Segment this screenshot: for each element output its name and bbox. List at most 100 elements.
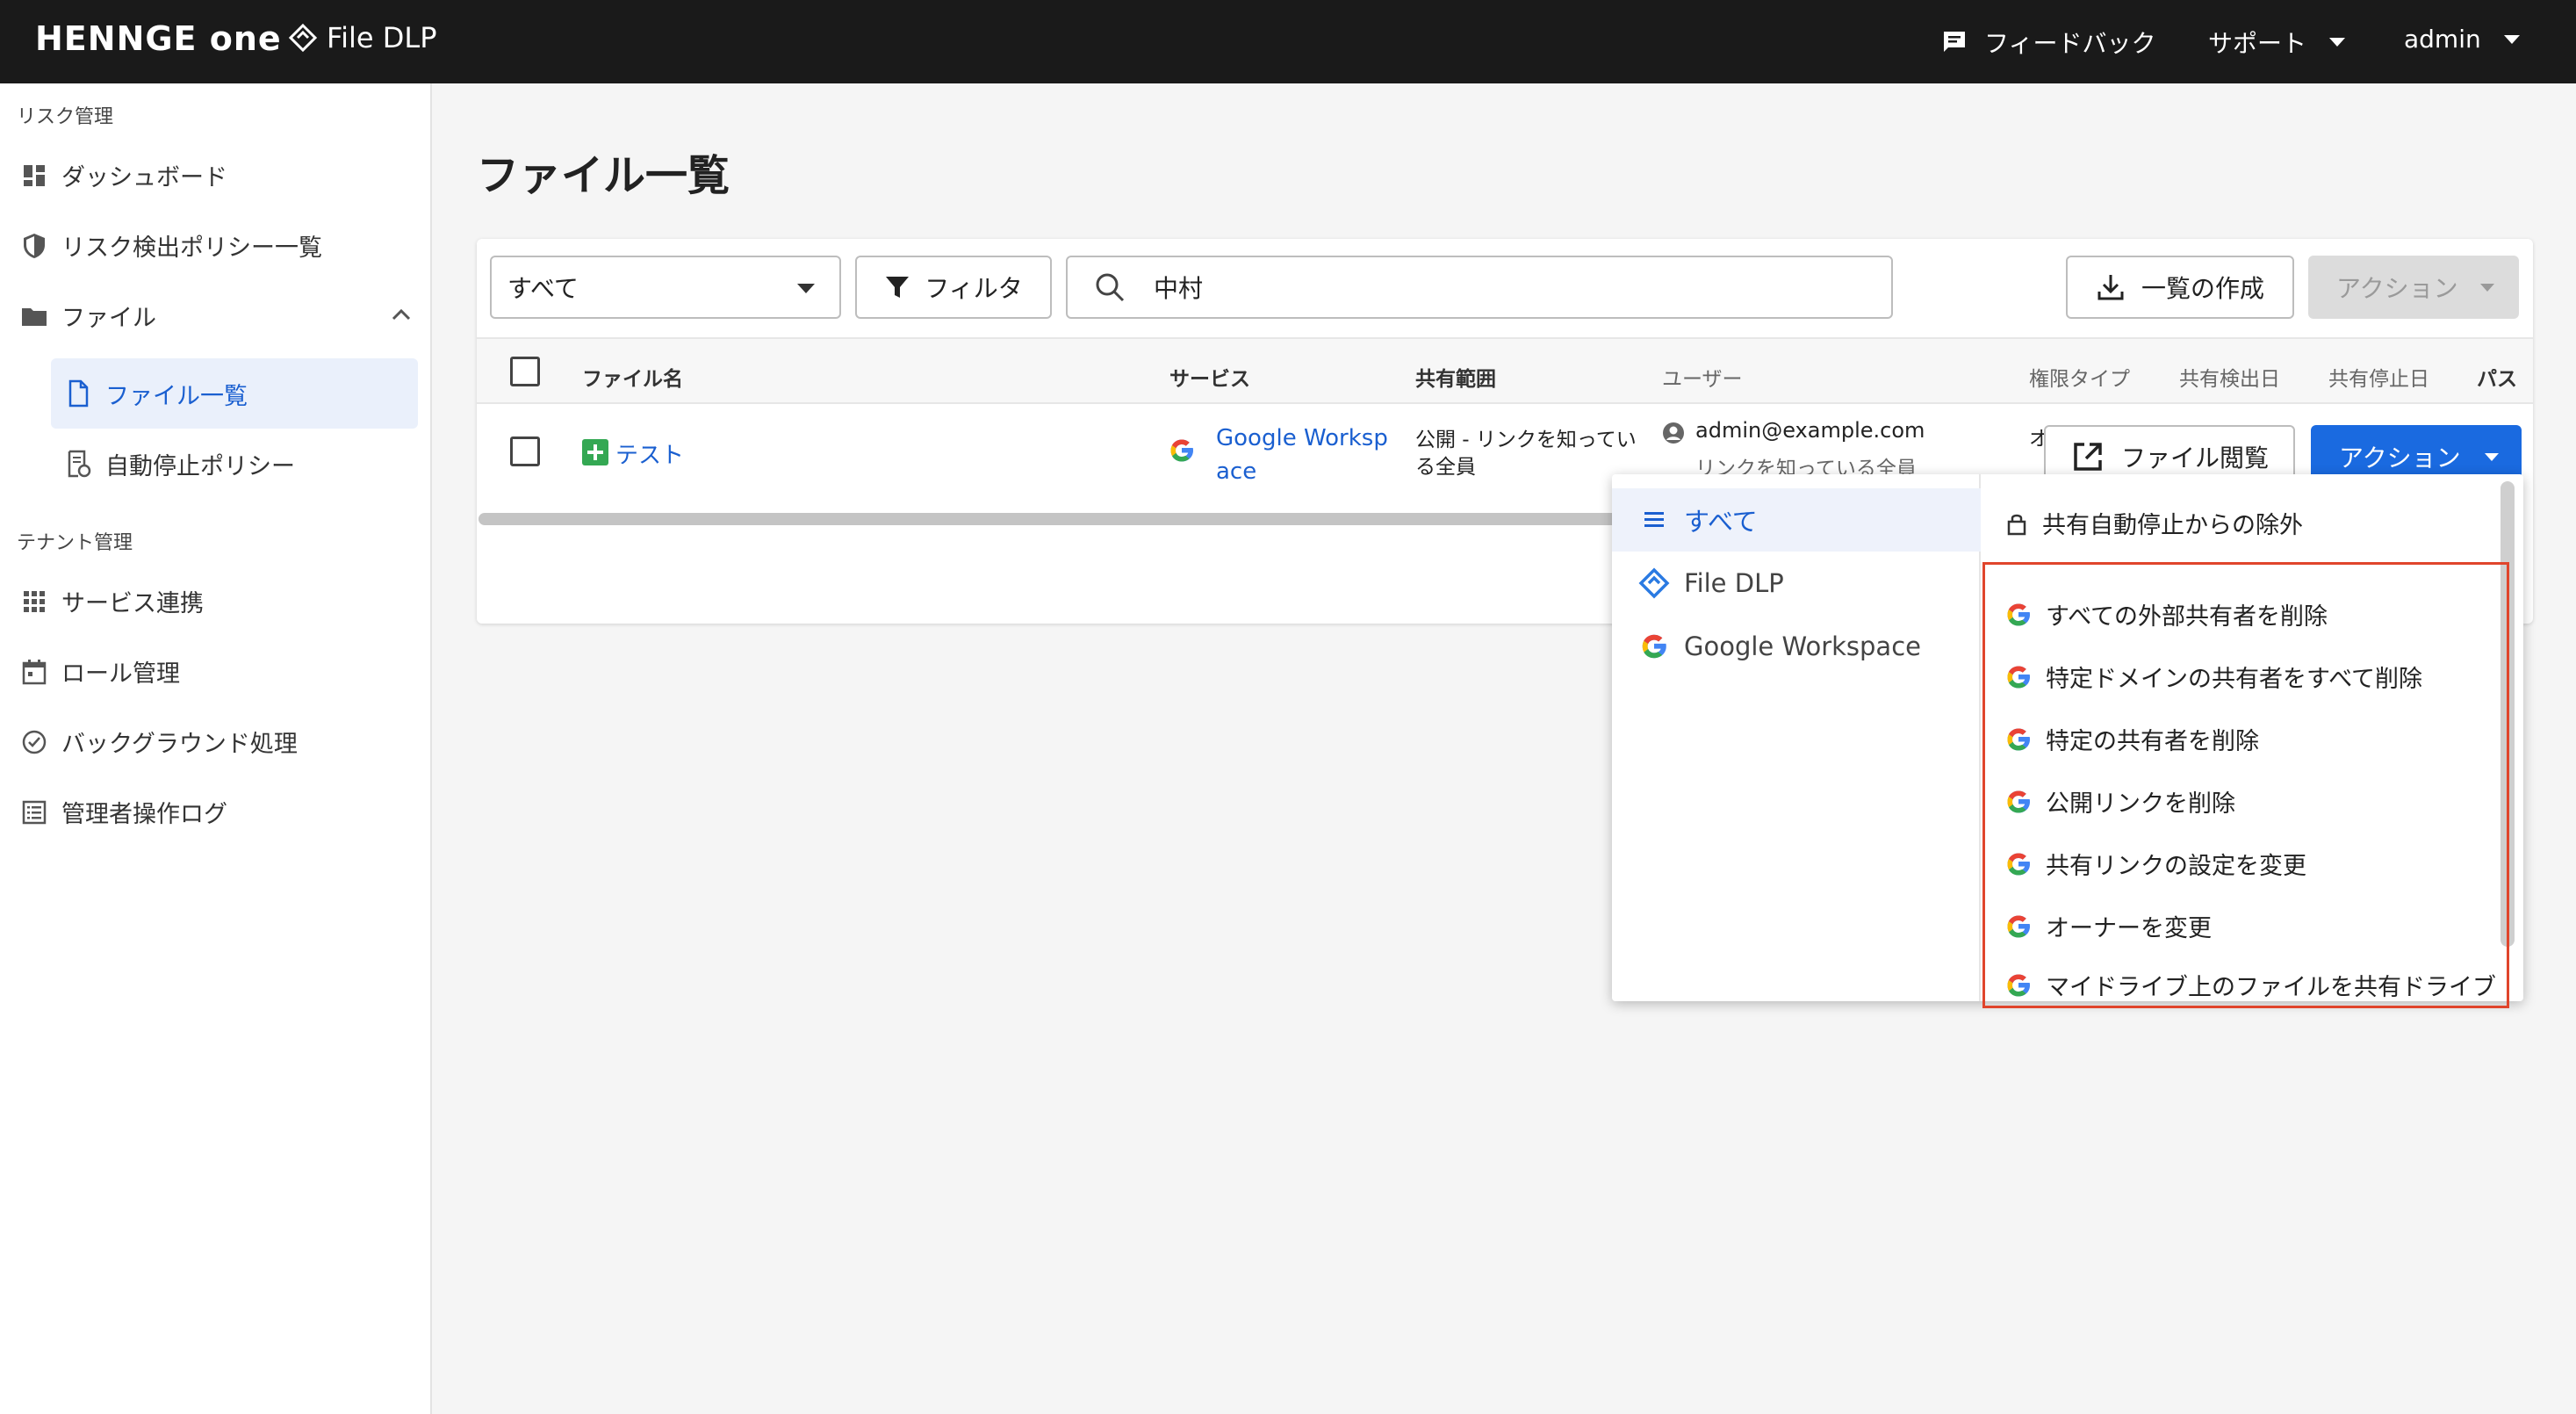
service-link[interactable]: Google Worksp ace bbox=[1216, 422, 1388, 488]
export-list-button[interactable]: 一覧の作成 bbox=[2066, 256, 2294, 319]
sidebar-item-files[interactable]: ファイル bbox=[19, 299, 413, 333]
action-change-owner[interactable]: オーナーを変更 bbox=[2004, 909, 2212, 943]
feedback-icon bbox=[1944, 32, 1965, 52]
action-label: 共有リンクの設定を変更 bbox=[2046, 853, 2306, 880]
policy-doc-icon bbox=[68, 450, 91, 478]
row-checkbox[interactable] bbox=[510, 436, 540, 466]
category-all[interactable]: すべて bbox=[1612, 488, 1981, 552]
list-doc-icon bbox=[22, 800, 47, 824]
category-google-workspace[interactable]: Google Workspace bbox=[1612, 615, 1981, 678]
header-permission-type[interactable]: 権限タイプ bbox=[2029, 362, 2130, 392]
google-icon bbox=[2007, 666, 2030, 688]
feedback-label: フィードバック bbox=[1984, 29, 2156, 58]
category-label: Google Workspace bbox=[1684, 631, 1921, 661]
dropdown-arrow-icon bbox=[797, 284, 815, 293]
user-menu[interactable]: admin bbox=[2404, 25, 2520, 54]
dropdown-scrollbar[interactable] bbox=[2500, 481, 2515, 947]
dashboard-icon bbox=[24, 164, 45, 186]
user-icon bbox=[1663, 422, 1684, 444]
sidebar: リスク管理 ダッシュボード リスク検出ポリシー一覧 ファイル ファイル一覧 自動… bbox=[0, 83, 432, 1414]
share-scope: 公開 - リンクを知ってい る全員 bbox=[1415, 427, 1637, 481]
support-menu[interactable]: サポート bbox=[2208, 25, 2346, 60]
category-file-dlp[interactable]: File DLP bbox=[1612, 552, 1981, 615]
sidebar-item-role[interactable]: ロール管理 bbox=[19, 654, 180, 689]
user-email: admin@example.com bbox=[1695, 418, 1925, 443]
external-link-icon bbox=[2074, 443, 2102, 471]
action-remove-external-sharers[interactable]: すべての外部共有者を削除 bbox=[2004, 597, 2328, 631]
action-category-list: すべて File DLP Google Workspace bbox=[1612, 474, 1981, 1001]
action-exclude-auto-stop[interactable]: 共有自動停止からの除外 bbox=[2004, 506, 2303, 540]
search-input[interactable]: 中村 bbox=[1066, 256, 1893, 319]
sidebar-item-policy-list[interactable]: リスク検出ポリシー一覧 bbox=[19, 228, 322, 263]
product-name: File DLP bbox=[327, 21, 437, 54]
sidebar-item-dashboard[interactable]: ダッシュボード bbox=[19, 158, 227, 192]
action-label: マイドライブ上のファイルを共有ドライブ bbox=[2046, 974, 2496, 1001]
chevron-down-icon bbox=[2480, 284, 2494, 292]
bulk-action-label: アクション bbox=[2336, 274, 2458, 303]
file-dlp-icon bbox=[1638, 567, 1670, 599]
sidebar-item-label: ロール管理 bbox=[61, 660, 180, 688]
scope-select[interactable]: すべて bbox=[490, 256, 841, 319]
action-remove-domain-sharers[interactable]: 特定ドメインの共有者をすべて削除 bbox=[2004, 660, 2422, 694]
filter-icon bbox=[886, 277, 910, 298]
action-label: すべての外部共有者を削除 bbox=[2046, 603, 2328, 631]
row-action-label: アクション bbox=[2339, 444, 2461, 473]
header-scope[interactable]: 共有範囲 bbox=[1415, 362, 1496, 392]
horizontal-scrollbar[interactable] bbox=[479, 513, 1620, 525]
page-title: ファイル一覧 bbox=[477, 151, 730, 200]
sidebar-item-label: ダッシュボード bbox=[61, 164, 227, 191]
export-label: 一覧の作成 bbox=[2141, 274, 2264, 303]
sidebar-item-audit-log[interactable]: 管理者操作ログ bbox=[19, 795, 227, 829]
action-label: 公開リンクを削除 bbox=[2046, 790, 2235, 818]
header-service[interactable]: サービス bbox=[1169, 362, 1250, 392]
sidebar-item-service-link[interactable]: サービス連携 bbox=[19, 584, 204, 618]
action-label: 特定の共有者を削除 bbox=[2046, 728, 2259, 755]
sidebar-item-background[interactable]: バックグラウンド処理 bbox=[19, 725, 298, 759]
action-label: オーナーを変更 bbox=[2046, 915, 2212, 942]
calendar-icon bbox=[22, 659, 47, 684]
header-user[interactable]: ユーザー bbox=[1662, 362, 1743, 392]
action-remove-specific-sharer[interactable]: 特定の共有者を削除 bbox=[2004, 722, 2259, 756]
product-title[interactable]: File DLP bbox=[288, 21, 436, 54]
search-icon bbox=[1096, 273, 1125, 302]
check-circle-icon bbox=[22, 730, 47, 754]
share-scope-line-2: る全員 bbox=[1415, 456, 1476, 479]
select-all-checkbox[interactable] bbox=[510, 357, 540, 386]
sidebar-item-file-list[interactable]: ファイル一覧 bbox=[51, 358, 418, 429]
lock-icon bbox=[2007, 514, 2026, 535]
file-name-link[interactable]: テスト bbox=[615, 437, 684, 470]
header-share-detected[interactable]: 共有検出日 bbox=[2179, 362, 2280, 392]
category-label: すべて bbox=[1684, 507, 1758, 537]
header-path[interactable]: パス bbox=[2477, 362, 2517, 392]
filter-label: フィルタ bbox=[925, 274, 1023, 303]
file-view-label: ファイル閲覧 bbox=[2120, 444, 2269, 473]
service-line-1: Google Worksp bbox=[1216, 425, 1388, 451]
google-icon bbox=[1642, 634, 1666, 659]
sidebar-item-label: バックグラウンド処理 bbox=[61, 731, 298, 758]
action-move-to-shared-drive[interactable]: マイドライブ上のファイルを共有ドライブ bbox=[2004, 968, 2496, 1001]
action-remove-public-link[interactable]: 公開リンクを削除 bbox=[2004, 784, 2235, 819]
sidebar-item-auto-stop[interactable]: 自動停止ポリシー bbox=[51, 429, 418, 499]
sidebar-item-label: ファイル bbox=[61, 305, 156, 332]
download-icon bbox=[2097, 275, 2124, 300]
filter-button[interactable]: フィルタ bbox=[855, 256, 1052, 319]
action-label: 共有自動停止からの除外 bbox=[2042, 512, 2303, 539]
user-label: admin bbox=[2404, 25, 2481, 54]
bulk-action-button[interactable]: アクション bbox=[2308, 256, 2519, 319]
spreadsheet-icon bbox=[582, 439, 608, 465]
user-link-scope: リンクを知っている全員 bbox=[1695, 458, 1917, 474]
file-icon bbox=[68, 379, 89, 408]
category-label: File DLP bbox=[1684, 568, 1784, 598]
action-move-to-shared-drive-clip: マイドライブ上のファイルを共有ドライブ bbox=[1982, 966, 2509, 1001]
google-icon bbox=[2007, 790, 2030, 812]
header-share-stopped[interactable]: 共有停止日 bbox=[2328, 362, 2429, 392]
henngeone-logo[interactable]: HENNGE one bbox=[35, 19, 282, 58]
google-icon bbox=[2007, 915, 2030, 937]
scope-select-value: すべて bbox=[507, 274, 579, 303]
header-file-name[interactable]: ファイル名 bbox=[582, 362, 683, 392]
feedback-button[interactable]: フィードバック bbox=[1940, 25, 2155, 60]
table-header: ファイル名 サービス 共有範囲 ユーザー 権限タイプ 共有検出日 共有停止日 パ… bbox=[477, 337, 2533, 404]
section-tenant-title: テナント管理 bbox=[17, 532, 133, 554]
chevron-down-icon bbox=[2503, 34, 2520, 44]
action-change-link-settings[interactable]: 共有リンクの設定を変更 bbox=[2004, 847, 2306, 881]
